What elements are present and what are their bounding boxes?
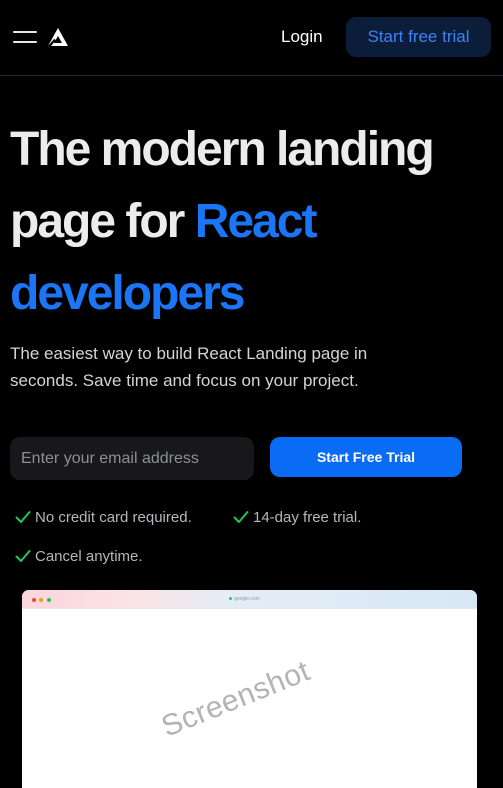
feature-label: 14-day free trial. xyxy=(253,509,362,526)
hamburger-menu-icon[interactable] xyxy=(13,29,37,45)
top-nav: Login Start free trial xyxy=(0,0,503,76)
feature-no-credit-card: No credit card required. xyxy=(15,508,192,528)
start-free-trial-button[interactable]: Start free trial xyxy=(346,17,491,57)
check-icon xyxy=(15,550,31,563)
hero-title: The modern landing page for React develo… xyxy=(10,114,490,330)
hero-subtitle: The easiest way to build React Landing p… xyxy=(10,344,368,390)
window-close-dot xyxy=(32,598,36,602)
feature-cancel-anytime: Cancel anytime. xyxy=(15,547,143,567)
feature-free-trial: 14-day free trial. xyxy=(233,508,361,528)
check-icon xyxy=(15,511,31,524)
hero-title-line2: page for xyxy=(10,195,195,248)
window-minimize-dot xyxy=(39,598,43,602)
screenshot-watermark: Screenshot xyxy=(157,654,315,744)
url-text: google.com xyxy=(234,596,260,602)
hero-title-line1: The modern landing xyxy=(10,123,435,176)
check-icon xyxy=(233,511,249,524)
browser-title-bar: google.com xyxy=(22,590,477,609)
logo-icon[interactable] xyxy=(47,27,69,47)
hero-title-accent-react: React xyxy=(194,195,318,248)
browser-url: google.com xyxy=(229,596,260,602)
feature-label: Cancel anytime. xyxy=(35,548,143,565)
feature-label: No credit card required. xyxy=(35,509,192,526)
hero-start-free-trial-button[interactable]: Start Free Trial xyxy=(270,437,462,477)
login-link[interactable]: Login xyxy=(281,27,323,47)
email-input[interactable] xyxy=(10,437,254,480)
window-maximize-dot xyxy=(47,598,51,602)
secure-icon xyxy=(229,597,232,601)
landing-page: Login Start free trial The modern landin… xyxy=(0,0,503,788)
hero-title-accent-developers: developers xyxy=(10,267,245,320)
product-screenshot-preview: google.com Screenshot xyxy=(22,590,477,788)
